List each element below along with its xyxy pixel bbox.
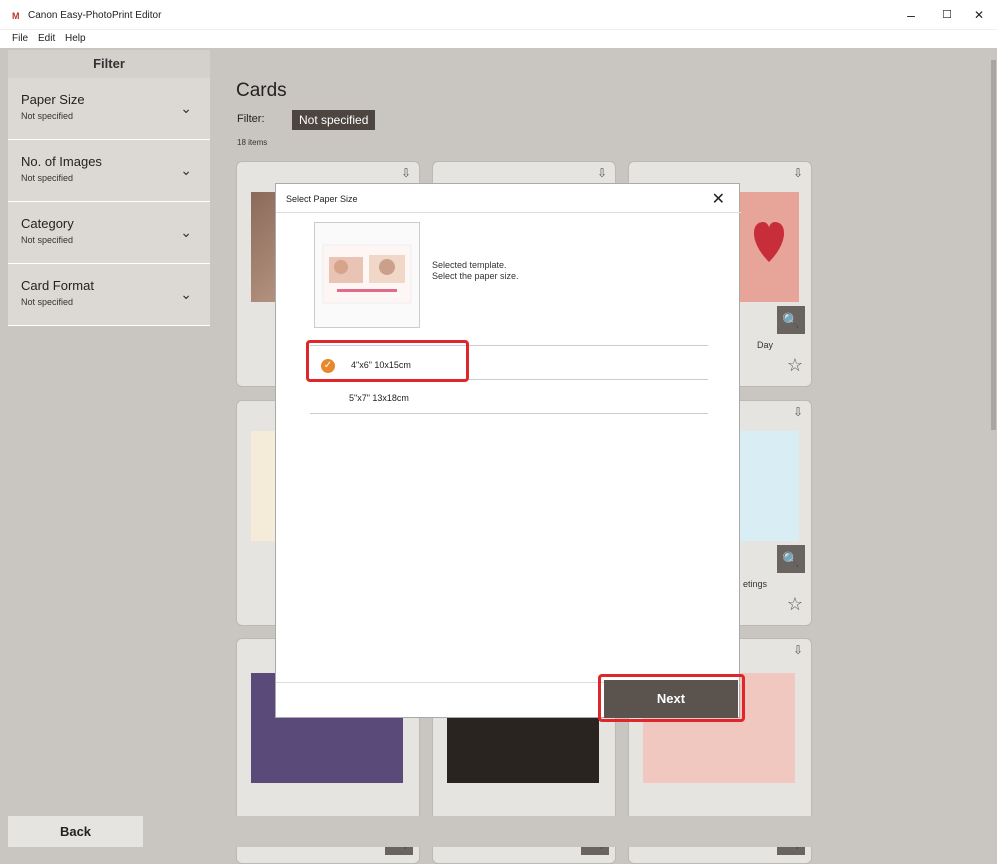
selection-highlight [306, 340, 469, 382]
chevron-down-icon: ⌄ [180, 224, 192, 240]
cloud-download-icon: ⇩ [792, 166, 803, 180]
template-name: etings [743, 579, 768, 589]
sidebar-empty-area [8, 326, 210, 816]
filter-sidebar: Filter Paper Size Not specified ⌄ No. of… [8, 50, 210, 816]
page-title: Cards [236, 80, 287, 101]
template-name: Day [757, 340, 774, 350]
template-thumbnail [739, 431, 799, 541]
divider [310, 413, 708, 414]
zoom-icon[interactable]: 🔍 [777, 545, 805, 573]
description-line: Select the paper size. [432, 271, 519, 281]
app-icon: M [12, 11, 20, 21]
filter-card-format[interactable]: Card Format Not specified ⌄ [8, 264, 210, 326]
scrollbar[interactable] [991, 60, 996, 430]
back-button[interactable]: Back [8, 816, 143, 847]
menu-file[interactable]: File [12, 33, 28, 44]
favorite-star-icon[interactable]: ☆ [787, 594, 803, 615]
window-title: Canon Easy-PhotoPrint Editor [28, 10, 162, 21]
active-filter-label: Filter: [237, 113, 265, 125]
divider [276, 212, 741, 213]
cloud-download-icon: ⇩ [792, 643, 803, 657]
dialog-title: Select Paper Size [286, 194, 358, 204]
favorite-star-icon[interactable]: ☆ [787, 355, 803, 376]
chevron-down-icon: ⌄ [180, 100, 192, 116]
minimize-button[interactable]: – [902, 6, 920, 24]
chevron-down-icon: ⌄ [180, 162, 192, 178]
filter-no-of-images[interactable]: No. of Images Not specified ⌄ [8, 140, 210, 202]
paper-size-option-5x7[interactable]: 5"x7" 13x18cm [349, 393, 409, 403]
filter-paper-size[interactable]: Paper Size Not specified ⌄ [8, 78, 210, 140]
filter-header: Filter [8, 50, 210, 78]
chevron-down-icon: ⌄ [180, 286, 192, 302]
cloud-download-icon: ⇩ [792, 405, 803, 419]
menu-bar: File Edit Help [0, 30, 997, 48]
cloud-download-icon: ⇩ [596, 166, 607, 180]
template-thumbnail [739, 192, 799, 302]
close-icon[interactable]: ✕ [712, 189, 725, 209]
bottom-bar: Back [0, 816, 997, 847]
heart-icon [753, 222, 785, 262]
selected-template-thumbnail [314, 222, 420, 328]
select-paper-size-dialog: Select Paper Size ✕ Selected template. S… [275, 183, 741, 718]
next-highlight [598, 674, 745, 722]
menu-edit[interactable]: Edit [38, 33, 55, 44]
template-description: Selected template. Select the paper size… [432, 260, 519, 282]
items-count: 18 items [237, 138, 268, 147]
active-filter-chip: Not specified [292, 110, 376, 130]
zoom-icon[interactable]: 🔍 [777, 306, 805, 334]
template-preview-image [322, 244, 412, 304]
filter-category[interactable]: Category Not specified ⌄ [8, 202, 210, 264]
title-bar: M Canon Easy-PhotoPrint Editor – ☐ ✕ [0, 0, 997, 30]
maximize-button[interactable]: ☐ [938, 6, 956, 24]
description-line: Selected template. [432, 260, 507, 270]
cloud-download-icon: ⇩ [400, 166, 411, 180]
close-window-button[interactable]: ✕ [970, 6, 988, 24]
menu-help[interactable]: Help [65, 33, 86, 44]
